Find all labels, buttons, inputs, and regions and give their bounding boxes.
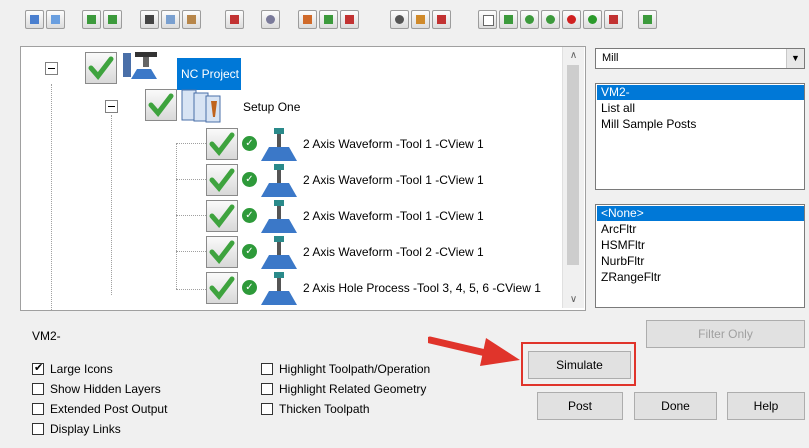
list-item[interactable]: HSMFltr — [597, 238, 645, 253]
checkbox-box[interactable] — [32, 403, 44, 415]
checkbox-box[interactable] — [261, 363, 273, 375]
machine-type-value: Mill — [602, 52, 619, 64]
operation-row[interactable]: ✓ 2 Axis Waveform -Tool 1 -CView 1 — [21, 127, 581, 163]
toolpath-icon — [259, 127, 303, 163]
list-item[interactable]: VM2- — [597, 85, 804, 100]
chart-icon[interactable] — [411, 10, 430, 29]
list-item[interactable]: ZRangeFltr — [597, 270, 661, 285]
toolpath-icon — [259, 235, 303, 271]
new-file-icon[interactable] — [478, 10, 497, 29]
filter-only-button[interactable]: Filter Only — [646, 320, 805, 348]
checkbox-box[interactable] — [261, 383, 273, 395]
selected-post-label: VM2- — [32, 329, 61, 343]
machine-icon — [121, 49, 165, 85]
done-button[interactable]: Done — [634, 392, 717, 420]
scroll-up-icon[interactable]: ∧ — [563, 47, 584, 64]
annotation-arrow-icon — [428, 336, 520, 366]
scroll-thumb[interactable] — [567, 65, 579, 265]
list-item[interactable]: List all — [597, 101, 635, 116]
nc-project-label: NC Project — [181, 67, 240, 81]
nc-project-node[interactable]: NC Project — [177, 58, 241, 90]
collapse-toggle[interactable] — [105, 100, 118, 113]
setup-label[interactable]: Setup One — [243, 100, 300, 114]
red-dots-icon[interactable] — [562, 10, 581, 29]
edit-icon[interactable] — [340, 10, 359, 29]
list-item[interactable]: Mill Sample Posts — [597, 117, 696, 132]
checkbox-box[interactable] — [261, 403, 273, 415]
copy-icon[interactable] — [161, 10, 180, 29]
settings-icon[interactable] — [261, 10, 280, 29]
operation-label: 2 Axis Waveform -Tool 2 -CView 1 — [303, 245, 484, 259]
operation-row[interactable]: ✓ 2 Axis Waveform -Tool 2 -CView 1 — [21, 235, 581, 271]
status-ok-icon: ✓ — [242, 244, 257, 259]
status-ok-icon: ✓ — [242, 208, 257, 223]
checkbox-box[interactable] — [32, 383, 44, 395]
select-all-icon[interactable] — [25, 10, 44, 29]
regen-icon[interactable] — [319, 10, 338, 29]
checkmark-icon[interactable] — [145, 89, 177, 121]
help-button[interactable]: Help — [727, 392, 805, 420]
green-ops-icon[interactable] — [520, 10, 539, 29]
group-icon[interactable] — [82, 10, 101, 29]
checkmark-icon[interactable] — [206, 236, 238, 268]
post-button[interactable]: Post — [537, 392, 623, 420]
toolpath-icon — [259, 163, 303, 199]
checkmark-icon[interactable] — [85, 52, 117, 84]
toolpath-icon — [259, 199, 303, 235]
select-icon[interactable] — [46, 10, 65, 29]
post-list[interactable]: VM2- List all Mill Sample Posts — [595, 83, 805, 190]
report-icon[interactable] — [499, 10, 518, 29]
operation-row[interactable]: ✓ 2 Axis Waveform -Tool 1 -CView 1 — [21, 163, 581, 199]
operation-row[interactable]: ✓ 2 Axis Waveform -Tool 1 -CView 1 — [21, 199, 581, 235]
collapse-toggle[interactable] — [45, 62, 58, 75]
tools-icon[interactable] — [638, 10, 657, 29]
stop-icon[interactable] — [432, 10, 451, 29]
list-item[interactable]: NurbFltr — [597, 254, 644, 269]
operation-row[interactable]: ✓ 2 Axis Hole Process -Tool 3, 4, 5, 6 -… — [21, 271, 581, 307]
machine-type-select[interactable]: Mill ▼ — [595, 48, 805, 69]
delete-icon[interactable] — [225, 10, 244, 29]
checkbox-box[interactable] — [32, 361, 44, 375]
setup-icon — [181, 89, 225, 125]
checkbox-box[interactable] — [32, 423, 44, 435]
operations-tree[interactable]: NC Project Setup One ✓ 2 Axis Waveform -… — [20, 46, 586, 311]
checkmark-icon[interactable] — [206, 164, 238, 196]
cut-icon[interactable] — [140, 10, 159, 29]
checkmark-icon[interactable] — [206, 128, 238, 160]
simulate-highlight-box — [521, 342, 636, 386]
checkmark-icon[interactable] — [206, 272, 238, 304]
nc-file-icon[interactable] — [604, 10, 623, 29]
list-item[interactable]: <None> — [597, 206, 804, 221]
list-item[interactable]: ArcFltr — [597, 222, 636, 237]
status-ok-icon: ✓ — [242, 280, 257, 295]
green-dot-icon[interactable] — [541, 10, 560, 29]
filter-icon[interactable] — [103, 10, 122, 29]
paste-icon[interactable] — [182, 10, 201, 29]
chevron-down-icon[interactable]: ▼ — [786, 49, 804, 68]
status-ok-icon: ✓ — [242, 172, 257, 187]
operation-label: 2 Axis Waveform -Tool 1 -CView 1 — [303, 209, 484, 223]
operation-label: 2 Axis Hole Process -Tool 3, 4, 5, 6 -CV… — [303, 281, 541, 295]
checkmark-icon[interactable] — [206, 200, 238, 232]
insert-icon[interactable] — [298, 10, 317, 29]
tree-scrollbar[interactable]: ∧ ∨ — [562, 47, 584, 308]
green-dots-icon[interactable] — [583, 10, 602, 29]
toolbar — [0, 0, 809, 42]
link-icon[interactable] — [390, 10, 409, 29]
scroll-down-icon[interactable]: ∨ — [563, 291, 584, 308]
toolpath-icon — [259, 271, 303, 307]
filter-list[interactable]: <None> ArcFltr HSMFltr NurbFltr ZRangeFl… — [595, 204, 805, 308]
status-ok-icon: ✓ — [242, 136, 257, 151]
operation-label: 2 Axis Waveform -Tool 1 -CView 1 — [303, 137, 484, 151]
operation-label: 2 Axis Waveform -Tool 1 -CView 1 — [303, 173, 484, 187]
